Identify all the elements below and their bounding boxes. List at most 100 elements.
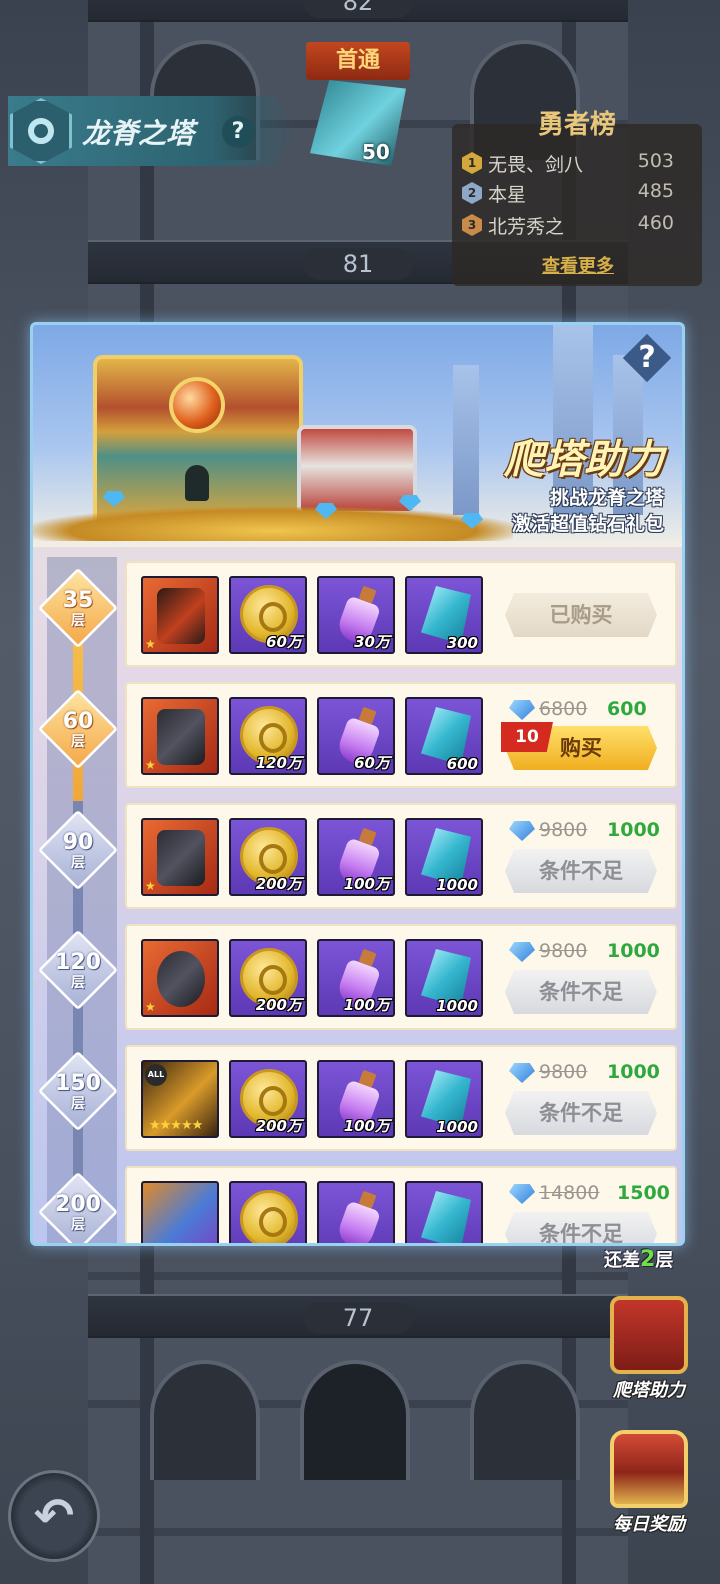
gift-pack-row: ★ 60万 30万 300 已购买	[125, 561, 677, 667]
hero-board-entry: 3 北芳秀之 460	[462, 210, 682, 238]
original-price: 14800	[539, 1182, 600, 1204]
tier-label: 120 层	[55, 950, 101, 992]
tower-arch	[150, 1360, 260, 1480]
chest-orb-icon	[169, 377, 225, 433]
tier-label: 150 层	[55, 1071, 101, 1113]
tier-label: 90 层	[62, 830, 94, 872]
tier-label: 60 层	[62, 709, 94, 751]
original-price: 9800	[539, 1061, 588, 1083]
hero-name: 无畏、剑八	[488, 154, 584, 176]
potion-icon[interactable]: 100万	[317, 939, 395, 1017]
tower-name: 龙脊之塔	[82, 117, 195, 150]
condition-not-met-button[interactable]: 条件不足	[505, 1091, 657, 1135]
potion-icon[interactable]: 100万	[317, 1060, 395, 1138]
first-clear-reward-count: 50	[362, 140, 390, 164]
condition-not-met-button[interactable]: 条件不足	[505, 849, 657, 893]
tier-label: 200 层	[55, 1192, 101, 1234]
price-line: 6800 600	[509, 698, 669, 722]
hero-board-entry: 1 无畏、剑八 503	[462, 148, 682, 176]
climb-help-button[interactable]: 爬塔助力	[604, 1296, 694, 1402]
daily-reward-label: 每日奖励	[613, 1514, 685, 1535]
sale-price: 1000	[607, 819, 660, 841]
crystal-icon[interactable]: 600	[405, 697, 483, 775]
floor-number: 77	[303, 1302, 413, 1334]
sale-price: 600	[607, 698, 647, 720]
gold-coin-icon[interactable]: 200万	[229, 939, 307, 1017]
armor-icon[interactable]: ★	[141, 697, 219, 775]
gold-coin-icon[interactable]: 60万	[229, 576, 307, 654]
floor-number: 81	[303, 248, 413, 280]
diamond-icon	[509, 821, 535, 841]
potion-icon[interactable]: 100万	[317, 818, 395, 896]
gold-coin-icon[interactable]: 120万	[229, 697, 307, 775]
sale-price: 1000	[607, 940, 660, 962]
crystal-icon[interactable]	[405, 1181, 483, 1243]
tier-label: 35 层	[62, 588, 94, 630]
rank-badge: 2	[462, 182, 482, 204]
remaining-floors-text: 还差2层	[604, 1247, 674, 1272]
weapon-icon[interactable]: ★	[141, 576, 219, 654]
first-clear-label: 首通	[306, 42, 410, 80]
gem-chest-icon[interactable]	[141, 1181, 219, 1243]
back-button[interactable]: ↶	[8, 1470, 100, 1562]
sale-price: 1500	[617, 1182, 670, 1204]
gift-pack-row: ALL ★★★★★ 200万 100万 1000 9800 1000 条件不足	[125, 1045, 677, 1151]
condition-not-met-button[interactable]: 条件不足	[505, 970, 657, 1014]
hero-name: 北芳秀之	[488, 216, 565, 238]
potion-icon[interactable]: 60万	[317, 697, 395, 775]
price-line: 9800 1000	[509, 940, 669, 964]
treasure-chest-icon	[610, 1430, 688, 1508]
small-chest-icon	[297, 425, 417, 515]
floor-number: 82	[303, 0, 413, 18]
modal-banner: ? 爬塔助力 挑战龙脊之塔 激活超值钻石礼包	[33, 325, 682, 547]
crystal-icon[interactable]: 1000	[405, 818, 483, 896]
gift-box-icon	[610, 1296, 688, 1374]
original-price: 9800	[539, 940, 588, 962]
gift-pack-row: ★ 200万 100万 1000 9800 1000 条件不足	[125, 924, 677, 1030]
original-price: 6800	[539, 698, 588, 720]
gold-coin-icon[interactable]: 200万	[229, 818, 307, 896]
boots-icon[interactable]: ★	[141, 818, 219, 896]
condition-not-met-button[interactable]: 条件不足	[505, 1212, 657, 1243]
rank-badge: 3	[462, 214, 482, 236]
daily-reward-button[interactable]: 每日奖励	[604, 1430, 694, 1536]
gold-coin-icon[interactable]	[229, 1181, 307, 1243]
castle-spire	[453, 365, 479, 515]
hero-board-entry: 2 本星 485	[462, 178, 682, 206]
diamond-icon	[509, 1063, 535, 1083]
all-badge: ALL	[145, 1064, 167, 1086]
potion-icon[interactable]	[317, 1181, 395, 1243]
hero-name: 本星	[488, 184, 527, 206]
climb-help-modal: ? 爬塔助力 挑战龙脊之塔 激活超值钻石礼包 35 层 60 层 90 层 120 层 …	[30, 322, 685, 1246]
modal-subtitle: 挑战龙脊之塔	[549, 487, 664, 509]
gold-pile-icon	[33, 507, 513, 541]
gift-pack-row: ★ 200万 100万 1000 9800 1000 条件不足	[125, 803, 677, 909]
floor-band: 77	[88, 1294, 628, 1338]
modal-title: 爬塔助力	[504, 437, 664, 483]
gift-pack-row: 14800 1500 条件不足	[125, 1166, 677, 1243]
climb-help-label: 爬塔助力	[613, 1380, 685, 1401]
potion-icon[interactable]: 30万	[317, 576, 395, 654]
diamond-icon	[509, 942, 535, 962]
hero-score: 460	[637, 212, 674, 234]
price-line: 9800 1000	[509, 819, 669, 843]
ring-icon[interactable]: ★	[141, 939, 219, 1017]
price-line: 9800 1000	[509, 1061, 669, 1085]
crystal-icon[interactable]: 1000	[405, 939, 483, 1017]
crystal-icon[interactable]: 1000	[405, 1060, 483, 1138]
floor-band: 82	[88, 0, 628, 22]
tower-help-button[interactable]: ?	[222, 116, 254, 148]
gold-coin-icon[interactable]: 200万	[229, 1060, 307, 1138]
modal-subtitle: 激活超值钻石礼包	[511, 513, 664, 535]
original-price: 9800	[539, 819, 588, 841]
diamond-icon	[509, 700, 535, 720]
tower-door	[300, 1360, 410, 1480]
purchased-button: 已购买	[505, 593, 657, 637]
see-more-link[interactable]: 查看更多	[542, 252, 614, 278]
hero-score: 503	[637, 150, 674, 172]
keyhole-icon	[185, 465, 209, 501]
hero-board-title: 勇者榜	[537, 110, 616, 140]
crystal-icon[interactable]: 300	[405, 576, 483, 654]
back-arrow-icon: ↶	[33, 1488, 75, 1544]
helmet-icon[interactable]: ALL ★★★★★	[141, 1060, 219, 1138]
